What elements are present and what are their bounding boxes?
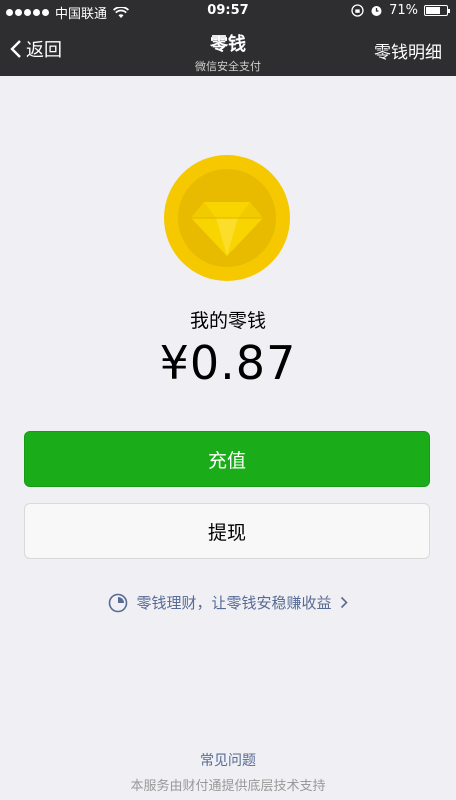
change-detail-link[interactable]: 零钱明细	[374, 38, 442, 63]
balance-label: 我的零钱	[189, 310, 266, 332]
status-bar-right: 71%	[351, 3, 450, 18]
faq-link[interactable]: 常见问题	[0, 750, 456, 770]
rotation-lock-icon	[351, 4, 364, 17]
wealth-logo-icon	[109, 593, 128, 612]
wealth-management-link[interactable]: 零钱理财，让零钱安稳赚收益	[0, 592, 456, 613]
recharge-button[interactable]: 充值	[24, 431, 430, 487]
battery-icon	[424, 5, 450, 16]
promo-text: 零钱理财，让零钱安稳赚收益	[136, 594, 332, 612]
balance-amount: ¥0.87	[159, 336, 297, 390]
battery-percent: 71%	[389, 3, 418, 18]
nav-bar: 返回 零钱 微信安全支付 零钱明细	[0, 22, 456, 76]
withdraw-button[interactable]: 提现	[24, 503, 430, 559]
status-bar: 中国联通 09:57 71%	[0, 0, 456, 22]
diamond-coin-icon	[164, 155, 290, 281]
chevron-right-icon	[340, 596, 348, 609]
support-notice: 本服务由财付通提供底层技术支持	[130, 779, 326, 794]
alarm-icon	[371, 6, 382, 16]
